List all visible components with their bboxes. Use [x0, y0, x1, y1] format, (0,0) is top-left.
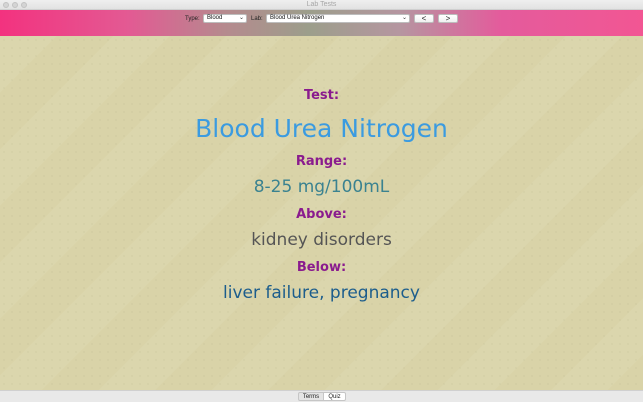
chevron-updown-icon: ⌄: [401, 15, 407, 21]
range-heading: Range:: [295, 154, 348, 169]
below-value: liver failure, pregnancy: [223, 283, 420, 303]
above-heading: Above:: [296, 207, 347, 222]
chevron-left-icon: <: [421, 14, 427, 23]
lab-select-value: Blood Urea Nitrogen: [270, 15, 325, 21]
test-heading: Test:: [303, 88, 340, 103]
below-heading: Below:: [296, 260, 347, 275]
type-select-value: Blood: [207, 15, 223, 21]
test-name: Blood Urea Nitrogen: [195, 114, 448, 143]
chevron-right-icon: >: [445, 14, 451, 23]
quiz-tab[interactable]: Quiz: [324, 392, 346, 401]
type-label: Type:: [185, 16, 200, 22]
lab-detail-panel: Test: Blood Urea Nitrogen Range: 8-25 mg…: [0, 36, 643, 390]
bottom-bar: Terms Quiz: [0, 390, 643, 402]
terms-tab[interactable]: Terms: [298, 392, 324, 401]
type-select[interactable]: Blood ⌄: [203, 14, 247, 23]
previous-lab-button[interactable]: <: [414, 14, 434, 23]
toolbar: Type: Blood ⌄ Lab: Blood Urea Nitrogen ⌄…: [0, 10, 643, 36]
chevron-updown-icon: ⌄: [238, 15, 244, 21]
next-lab-button[interactable]: >: [438, 14, 458, 23]
above-value: kidney disorders: [251, 230, 392, 250]
window-title: Lab Tests: [306, 1, 337, 8]
lab-label: Lab:: [251, 16, 263, 22]
title-bar: Lab Tests: [0, 0, 643, 10]
range-value: 8-25 mg/100mL: [253, 177, 390, 197]
lab-select[interactable]: Blood Urea Nitrogen ⌄: [266, 14, 410, 23]
